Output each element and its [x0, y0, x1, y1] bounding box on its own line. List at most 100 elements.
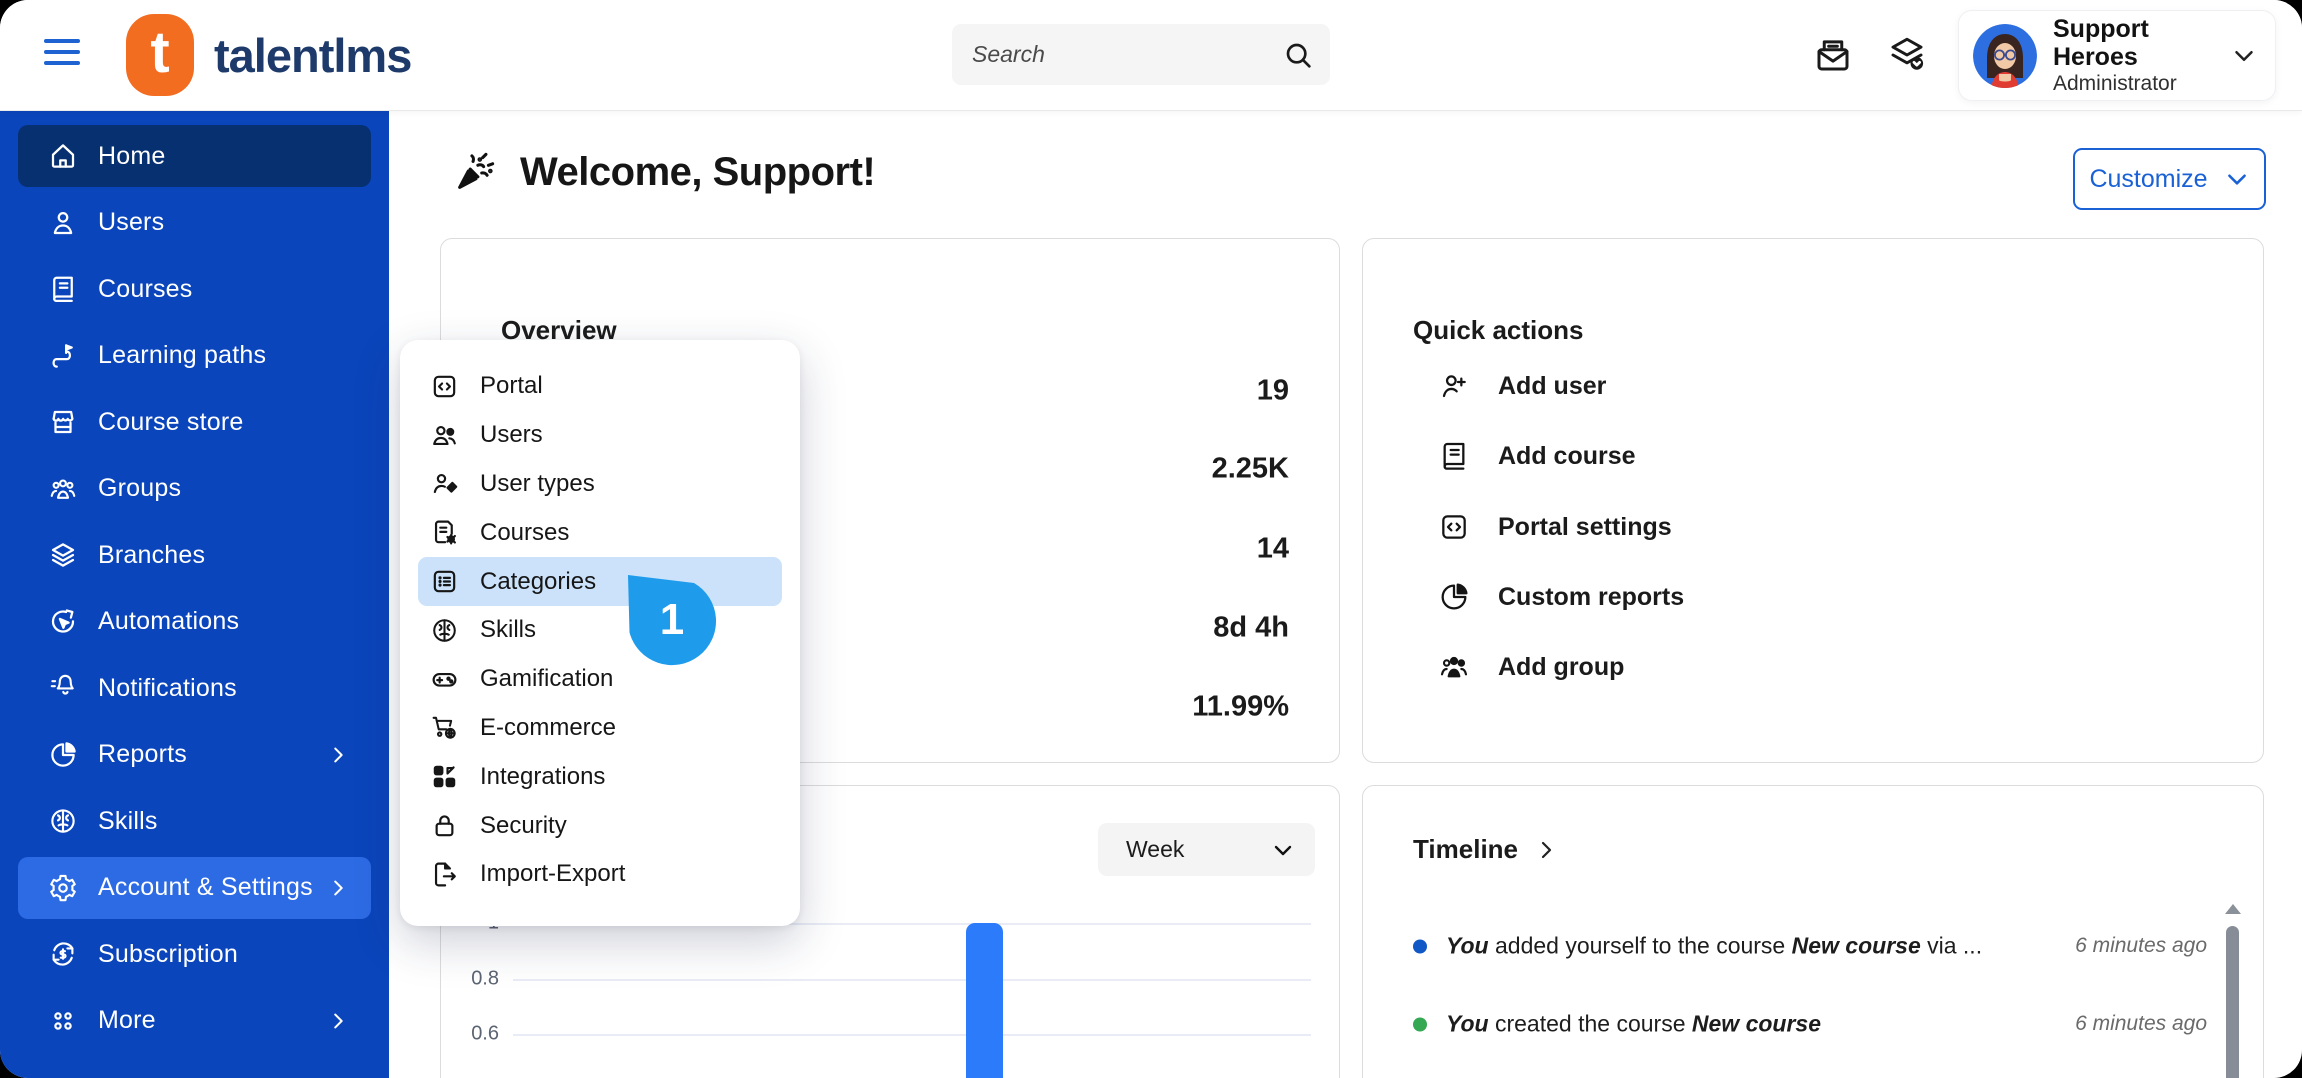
- menu-item-label: Integrations: [480, 762, 606, 790]
- sidebar-item-label: Branches: [98, 540, 206, 569]
- menu-item-label: Security: [480, 811, 567, 839]
- sidebar-item-automations[interactable]: Automations: [18, 591, 371, 653]
- menu-item-label: Categories: [480, 567, 597, 595]
- groups-icon: [1438, 651, 1470, 683]
- timeline-scrollbar[interactable]: [2225, 904, 2241, 1078]
- hamburger-menu-icon[interactable]: [44, 39, 80, 69]
- overview-stat-value: 2.25K: [1211, 452, 1289, 485]
- search-icon[interactable]: [1282, 39, 1314, 71]
- quick-action-label: Portal settings: [1498, 512, 1672, 541]
- event-actor: You: [1446, 1010, 1489, 1037]
- sidebar-item-label: Skills: [98, 806, 158, 835]
- menu-item-label: E-commerce: [480, 713, 617, 741]
- sidebar-item-subscription[interactable]: Subscription: [18, 923, 371, 985]
- menu-item-integrations[interactable]: Integrations: [418, 752, 782, 801]
- timeline-title: Timeline: [1413, 834, 1519, 864]
- sidebar-item-courses[interactable]: Courses: [18, 258, 371, 320]
- groups-icon: [48, 474, 78, 504]
- logo-mark-icon: t: [126, 14, 194, 96]
- user-menu[interactable]: Support Heroes Administrator: [1958, 10, 2276, 101]
- code-box-icon: [1438, 511, 1470, 543]
- home-icon: [48, 141, 78, 171]
- cart-globe-icon: [430, 713, 459, 742]
- sidebar-item-users[interactable]: Users: [18, 192, 371, 254]
- sidebar-item-course-store[interactable]: Course store: [18, 391, 371, 453]
- course-stack-icon[interactable]: [1886, 34, 1928, 76]
- quick-action-portal-settings[interactable]: Portal settings: [1438, 511, 1672, 543]
- sidebar-item-reports[interactable]: Reports: [18, 724, 371, 786]
- timeline-header[interactable]: Timeline: [1413, 834, 1558, 865]
- search-bar[interactable]: [952, 24, 1330, 85]
- gridline: [513, 979, 1311, 981]
- menu-item-ecommerce[interactable]: E-commerce: [418, 704, 782, 753]
- sidebar-item-branches[interactable]: Branches: [18, 524, 371, 586]
- menu-item-import-export[interactable]: Import-Export: [418, 850, 782, 899]
- party-popper-icon: [452, 149, 498, 195]
- event-actor: You: [1446, 932, 1489, 959]
- menu-item-label: Users: [480, 421, 543, 449]
- users-icon: [430, 421, 459, 450]
- doc-arrow-icon: [430, 860, 459, 889]
- sidebar-item-notifications[interactable]: Notifications: [18, 657, 371, 719]
- overview-stat-value: 19: [1256, 374, 1289, 407]
- menu-item-label: Gamification: [480, 665, 614, 693]
- menu-item-gamification[interactable]: Gamification: [418, 655, 782, 704]
- quick-action-add-course[interactable]: Add course: [1438, 440, 1636, 472]
- quick-action-custom-reports[interactable]: Custom reports: [1438, 581, 1684, 613]
- quick-action-label: Custom reports: [1498, 582, 1685, 611]
- period-select[interactable]: Week: [1098, 823, 1315, 876]
- user-name: Support Heroes: [2053, 14, 2149, 72]
- quick-action-add-user[interactable]: Add user: [1438, 370, 1606, 402]
- scroll-up-arrow[interactable]: [2225, 904, 2241, 914]
- menu-item-categories[interactable]: Categories: [418, 557, 782, 606]
- sidebar-item-more[interactable]: More: [18, 990, 371, 1052]
- sidebar-item-learning-paths[interactable]: Learning paths: [18, 325, 371, 387]
- sidebar-item-account-settings[interactable]: Account & Settings: [18, 856, 371, 919]
- menu-item-portal[interactable]: Portal: [418, 362, 782, 411]
- add-user-icon: [1438, 370, 1470, 402]
- messages-icon[interactable]: [1812, 34, 1854, 76]
- gear-icon: [48, 873, 78, 903]
- book-icon: [1438, 440, 1470, 472]
- overview-stat-value: 14: [1256, 532, 1289, 565]
- sidebar-item-label: Groups: [98, 474, 182, 502]
- automation-icon: [48, 607, 78, 637]
- app-logo[interactable]: t talentlms: [126, 14, 412, 96]
- menu-item-security[interactable]: Security: [418, 801, 782, 850]
- avatar: [1973, 23, 2037, 88]
- search-input[interactable]: [952, 41, 1282, 68]
- store-icon: [48, 407, 78, 437]
- customize-button[interactable]: Customize: [2073, 148, 2266, 210]
- event-course: New course: [1791, 932, 1921, 959]
- sidebar-item-groups[interactable]: Groups: [18, 458, 371, 520]
- event-suffix: via ...: [1920, 932, 1983, 959]
- quick-action-label: Add group: [1498, 652, 1625, 681]
- welcome-row: Welcome, Support!: [452, 140, 876, 204]
- pie-chart-icon: [1438, 581, 1470, 613]
- event-text: created the course: [1488, 1010, 1692, 1037]
- sidebar: Home Users Courses Learning paths Course…: [0, 110, 389, 1078]
- app-window: t talentlms Support Heroes Administrator: [0, 0, 2302, 1078]
- quick-action-label: Add user: [1498, 371, 1607, 400]
- sidebar-item-skills[interactable]: Skills: [18, 790, 371, 852]
- logo-wordmark: talentlms: [214, 28, 412, 82]
- sidebar-item-label: More: [98, 1006, 156, 1034]
- chart-bar: [966, 923, 1003, 1078]
- menu-item-users[interactable]: Users: [418, 411, 782, 460]
- menu-item-user-types[interactable]: User types: [418, 460, 782, 509]
- quick-action-add-group[interactable]: Add group: [1438, 651, 1624, 683]
- event-dot: [1413, 1017, 1427, 1031]
- sidebar-item-label: Learning paths: [98, 341, 267, 369]
- quick-actions-title: Quick actions: [1413, 315, 1584, 345]
- pie-chart-icon: [48, 740, 78, 770]
- sidebar-item-label: Notifications: [98, 673, 237, 702]
- code-box-icon: [430, 372, 459, 401]
- quick-action-label: Add course: [1498, 441, 1636, 470]
- scrollbar-thumb[interactable]: [2226, 926, 2239, 1078]
- chevron-down-icon[interactable]: [2229, 41, 2259, 71]
- sidebar-item-home[interactable]: Home: [18, 125, 371, 187]
- menu-item-courses[interactable]: Courses: [418, 508, 782, 557]
- menu-item-label: Courses: [480, 518, 570, 546]
- event-time: 6 minutes ago: [2075, 1012, 2207, 1035]
- menu-item-skills[interactable]: Skills: [418, 606, 782, 655]
